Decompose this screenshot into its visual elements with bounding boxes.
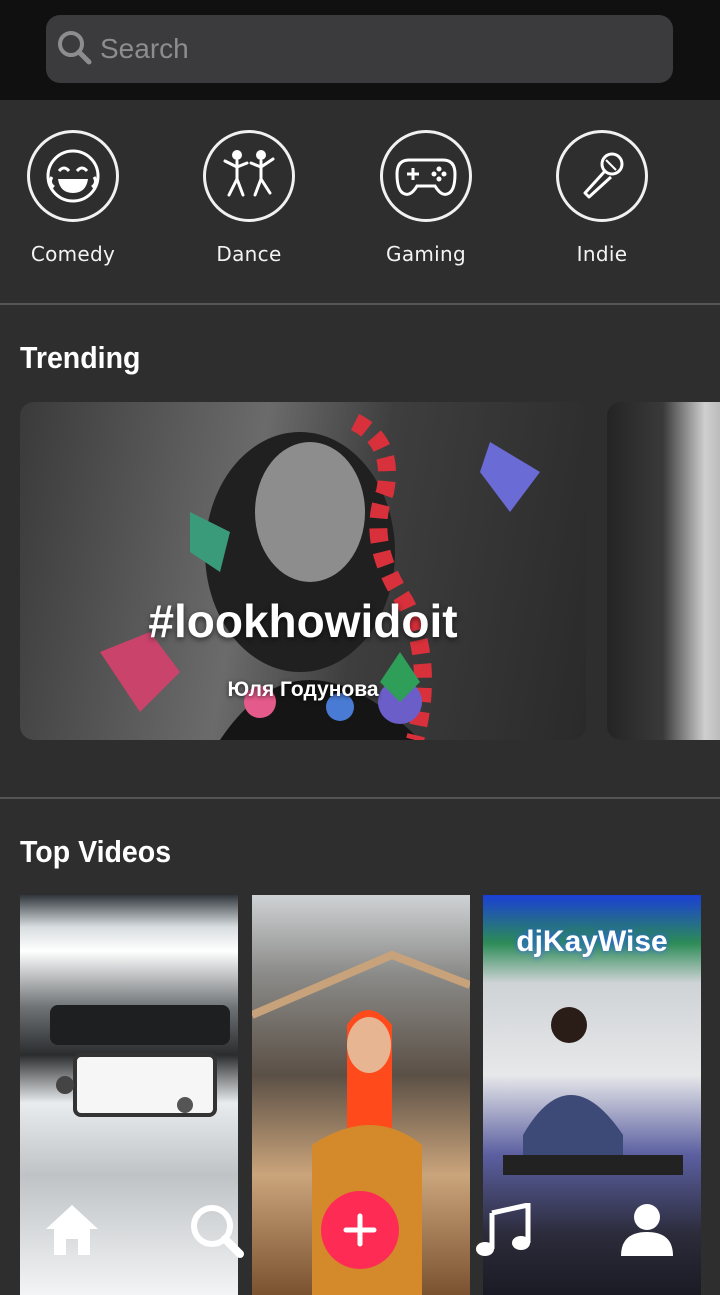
divider (0, 797, 720, 799)
microphone-icon (556, 130, 648, 222)
category-label: Indie (576, 242, 628, 266)
category-dance[interactable]: Dance (174, 130, 324, 266)
top-videos-title: Top Videos (20, 834, 172, 869)
category-label: Dance (216, 242, 282, 266)
top-bar: Search (0, 0, 720, 100)
search-placeholder: Search (100, 33, 189, 64)
category-row: Comedy Dance Gaming Indie (0, 100, 720, 304)
gamepad-icon (380, 130, 472, 222)
search-icon (58, 31, 92, 65)
category-label: Gaming (386, 242, 466, 266)
category-comedy[interactable]: Comedy (0, 130, 148, 266)
divider (0, 303, 720, 305)
trending-author: Юля Годунова (227, 678, 379, 701)
laughing-face-icon (27, 130, 119, 222)
category-gaming[interactable]: Gaming (351, 130, 501, 266)
trending-card[interactable] (607, 402, 720, 740)
category-indie[interactable]: Indie (527, 130, 677, 266)
trending-hashtag: #lookhowidoit (148, 595, 458, 647)
trending-title: Trending (20, 340, 141, 375)
dancers-icon (203, 130, 295, 222)
search-input[interactable]: Search (46, 15, 673, 83)
category-label: Comedy (30, 242, 116, 266)
trending-card[interactable]: #lookhowidoit Юля Годунова (20, 402, 586, 740)
active-tab-indicator (0, 1190, 720, 1280)
